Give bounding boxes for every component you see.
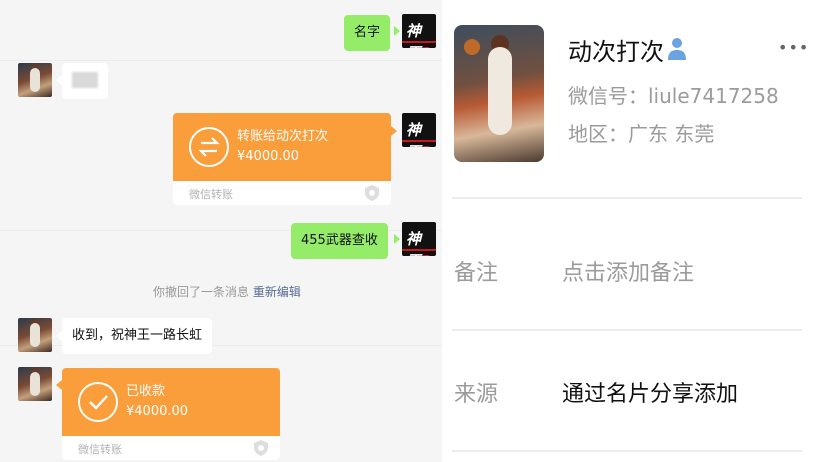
avatar-figure bbox=[488, 47, 512, 135]
self-avatar[interactable]: 神王2 bbox=[402, 14, 436, 48]
divider bbox=[452, 450, 802, 452]
message-text: 收到，祝神王一路长虹 bbox=[72, 328, 203, 343]
region: 地区：广东 东莞 bbox=[568, 122, 715, 146]
shield-icon bbox=[254, 440, 268, 456]
transfer-amount: ¥4000.00 bbox=[237, 149, 300, 164]
avatar-figure bbox=[30, 323, 40, 347]
add-remark-button[interactable]: 点击添加备注 bbox=[562, 255, 694, 287]
transfer-footer: 微信转账 bbox=[189, 188, 233, 201]
more-options-icon[interactable]: ••• bbox=[778, 38, 809, 57]
profile-name: 动次打次 bbox=[568, 38, 664, 66]
profile-avatar[interactable] bbox=[454, 25, 544, 162]
bubble-tail bbox=[391, 126, 397, 136]
person-icon bbox=[668, 38, 686, 60]
avatar-logo-stripe bbox=[402, 249, 436, 251]
wechat-id: 微信号：liule7417258 bbox=[568, 84, 779, 108]
message-bubble-contact[interactable]: 收到，祝神王一路长虹 bbox=[62, 318, 213, 354]
re-edit-link[interactable]: 重新编辑 bbox=[253, 285, 301, 299]
blurred-content bbox=[72, 72, 98, 88]
recall-text: 你撤回了一条消息 bbox=[153, 285, 250, 299]
chat-panel: 名字 神王2 转账给动次打次 ¥4000.00 微信转账 神王2 bbox=[0, 0, 442, 462]
avatar-logo-stripe bbox=[402, 41, 436, 43]
transfer-amount: ¥4000.00 bbox=[126, 404, 189, 419]
divider bbox=[452, 197, 802, 199]
transfer-arrows-icon bbox=[189, 127, 229, 167]
contact-avatar[interactable] bbox=[18, 367, 52, 401]
shield-icon bbox=[365, 185, 379, 201]
message-text: 名字 bbox=[354, 25, 381, 40]
avatar-figure bbox=[30, 372, 40, 396]
contact-avatar[interactable] bbox=[18, 63, 52, 97]
check-icon bbox=[78, 382, 118, 422]
transfer-title: 已收款 bbox=[126, 384, 166, 399]
avatar-ball bbox=[464, 39, 480, 55]
avatar-logo: 神王2 bbox=[406, 121, 431, 147]
bubble-tail bbox=[394, 26, 400, 36]
divider bbox=[452, 329, 802, 331]
avatar-logo-stripe bbox=[402, 140, 436, 142]
remark-label: 备注 bbox=[454, 261, 499, 286]
bubble-tail bbox=[394, 234, 400, 244]
transfer-card-sent[interactable]: 转账给动次打次 ¥4000.00 微信转账 bbox=[173, 113, 391, 205]
self-avatar[interactable]: 神王2 bbox=[402, 222, 436, 256]
source-label: 来源 bbox=[454, 382, 499, 407]
contact-profile-panel: 动次打次 ••• 微信号：liule7417258 地区：广东 东莞 备注 点击… bbox=[442, 0, 836, 462]
transfer-footer: 微信转账 bbox=[78, 443, 122, 456]
self-avatar[interactable]: 神王2 bbox=[402, 113, 436, 147]
avatar-logo: 神王2 bbox=[406, 22, 431, 48]
transfer-title: 转账给动次打次 bbox=[237, 129, 329, 144]
message-text: 455武器查收 bbox=[301, 233, 378, 248]
message-bubble-contact[interactable] bbox=[62, 63, 108, 99]
avatar-logo: 神王2 bbox=[406, 230, 431, 256]
source-value: 通过名片分享添加 bbox=[562, 382, 739, 407]
contact-avatar[interactable] bbox=[18, 318, 52, 352]
avatar-figure bbox=[30, 68, 40, 92]
message-bubble-self[interactable]: 名字 bbox=[344, 15, 391, 51]
recall-notice: 你撤回了一条消息 重新编辑 bbox=[153, 283, 301, 300]
transfer-card-received[interactable]: 已收款 ¥4000.00 微信转账 bbox=[62, 368, 280, 460]
message-bubble-self[interactable]: 455武器查收 bbox=[291, 223, 388, 259]
